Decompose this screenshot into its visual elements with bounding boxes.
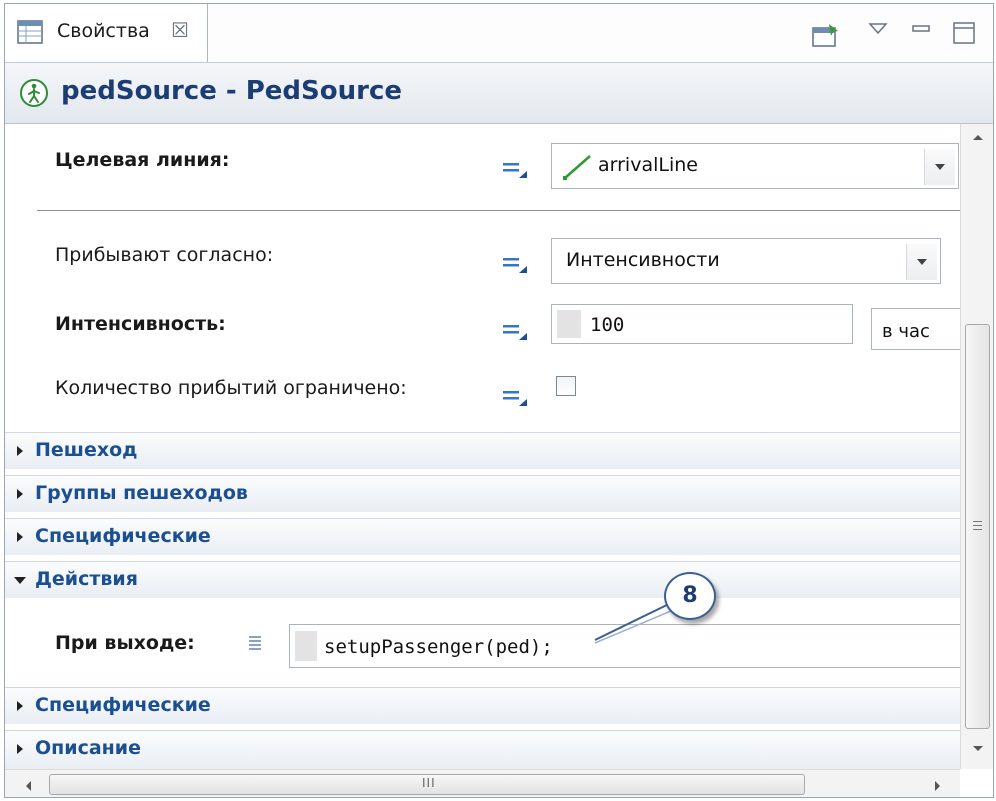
rate-label: Интенсивность:	[55, 313, 226, 335]
rate-input[interactable]: 100	[551, 304, 853, 344]
static-value-toggle-icon[interactable]	[501, 318, 531, 342]
pedestrian-icon	[20, 79, 48, 107]
view-menu-icon[interactable]	[867, 20, 891, 40]
arrive-according-label: Прибывают согласно:	[55, 244, 274, 266]
section-pedestrian-groups[interactable]: Группы пешеходов	[5, 475, 960, 512]
tab-properties[interactable]: Свойства ☒	[5, 4, 208, 62]
horizontal-scrollbar[interactable]: III	[5, 769, 960, 797]
collapse-arrow-icon	[14, 577, 26, 584]
limited-arrivals-checkbox[interactable]	[556, 376, 576, 396]
view-tab-bar: Свойства ☒	[5, 4, 993, 63]
close-icon[interactable]: ☒	[171, 18, 189, 42]
section-specific-2[interactable]: Специфические	[5, 687, 960, 724]
properties-view: Свойства ☒ pedSource - PedSource Целевая…	[4, 3, 994, 798]
static-value-toggle-icon[interactable]	[501, 251, 531, 275]
chevron-down-icon[interactable]	[924, 149, 955, 185]
expand-arrow-icon	[17, 744, 23, 754]
static-value-toggle-icon[interactable]	[501, 384, 531, 408]
limited-arrivals-label: Количество прибытий ограничено:	[55, 377, 407, 399]
arrive-according-combo[interactable]: Интенсивности	[551, 238, 941, 284]
callout-badge: 8	[664, 572, 716, 620]
section-description[interactable]: Описание	[5, 730, 960, 770]
static-value-toggle-icon[interactable]	[501, 156, 531, 180]
tab-label: Свойства	[57, 20, 150, 42]
section-specific-1[interactable]: Специфические	[5, 518, 960, 555]
rate-unit-combo[interactable]: в час	[871, 308, 963, 350]
maximize-icon[interactable]	[951, 20, 979, 46]
code-field-icon[interactable]	[248, 634, 264, 654]
page-title: pedSource - PedSource	[61, 76, 402, 106]
chevron-down-icon[interactable]	[906, 244, 937, 280]
rate-unit-value: в час	[882, 321, 930, 342]
target-line-combo[interactable]: arrivalLine	[551, 143, 959, 189]
properties-table-icon	[17, 20, 43, 44]
expand-arrow-icon	[17, 446, 23, 456]
expand-arrow-icon	[17, 532, 23, 542]
divider	[37, 210, 960, 211]
section-pedestrian[interactable]: Пешеход	[5, 432, 960, 469]
scroll-left-icon[interactable]	[23, 779, 33, 793]
scroll-thumb[interactable]	[965, 324, 990, 729]
target-line-value: arrivalLine	[598, 154, 698, 176]
properties-title-bar: pedSource - PedSource	[5, 63, 993, 124]
on-exit-label: При выходе:	[55, 632, 195, 654]
minimize-icon[interactable]	[910, 20, 934, 40]
expand-arrow-icon	[17, 701, 23, 711]
expand-arrow-icon	[17, 489, 23, 499]
section-actions[interactable]: Действия	[5, 561, 960, 598]
pin-icon[interactable]	[811, 22, 841, 48]
rate-value: 100	[590, 314, 625, 336]
scroll-right-icon[interactable]	[933, 779, 943, 793]
arrive-according-value: Интенсивности	[566, 249, 720, 271]
scroll-thumb[interactable]: III	[49, 774, 805, 795]
line-icon	[563, 155, 591, 180]
target-line-label: Целевая линия:	[55, 149, 230, 171]
scroll-up-icon[interactable]	[971, 132, 985, 142]
vertical-scrollbar[interactable]	[960, 124, 993, 769]
on-exit-code-value: setupPassenger(ped);	[324, 636, 553, 658]
scroll-down-icon[interactable]	[971, 744, 985, 754]
